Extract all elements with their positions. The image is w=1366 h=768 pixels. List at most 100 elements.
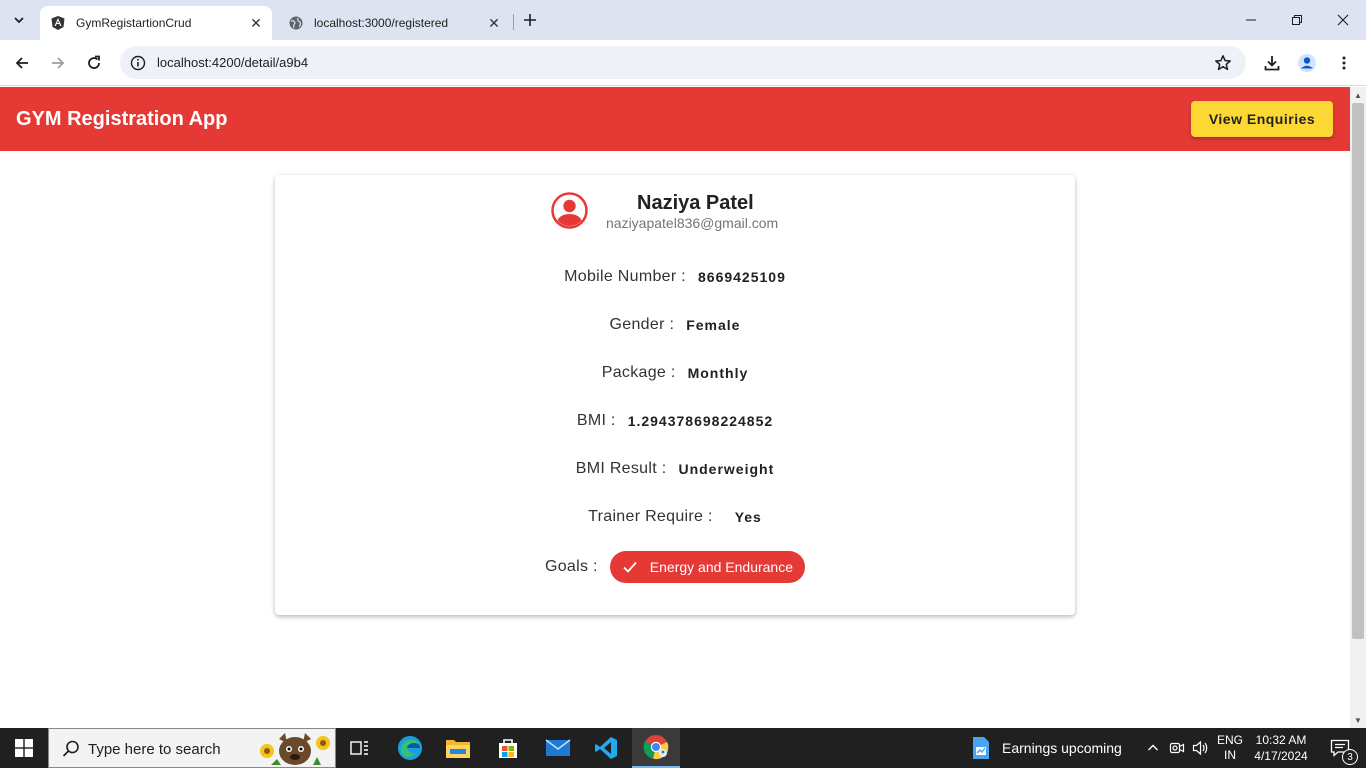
taskbar-search-box[interactable]: Type here to search — [48, 728, 336, 768]
taskbar-chrome[interactable] — [632, 728, 680, 768]
volume-button[interactable] — [1190, 728, 1212, 768]
tab-localhost-registered[interactable]: localhost:3000/registered ✕ — [278, 6, 510, 40]
bookmark-star-icon[interactable] — [1212, 52, 1234, 74]
mobile-number-label: Mobile Number : — [564, 268, 686, 285]
store-icon — [499, 739, 517, 758]
region-code: IN — [1223, 748, 1236, 762]
taskbar-news-widget[interactable]: Earnings upcoming — [970, 728, 1130, 768]
chrome-icon — [643, 735, 669, 760]
goal-chip[interactable]: Energy and Endurance — [609, 551, 805, 583]
package-row: Package : Monthly — [275, 358, 1075, 388]
close-window-button[interactable] — [1320, 0, 1366, 40]
close-tab-icon[interactable]: ✕ — [484, 13, 504, 33]
notification-center-button[interactable]: 3 — [1320, 728, 1360, 768]
user-avatar-icon — [551, 192, 588, 229]
angular-icon — [50, 15, 66, 31]
more-vertical-icon — [1342, 56, 1346, 70]
arrow-right-icon — [52, 57, 65, 69]
camera-icon — [1169, 742, 1185, 754]
tab-gym-registration[interactable]: GymRegistartionCrud ✕ — [40, 6, 272, 40]
start-button[interactable] — [0, 728, 48, 768]
close-tab-icon[interactable]: ✕ — [246, 13, 266, 33]
mobile-number-value: 8669425109 — [698, 269, 786, 285]
address-bar[interactable]: localhost:4200/detail/a9b4 — [120, 46, 1246, 79]
search-highlight-illustration-icon — [260, 733, 330, 765]
show-hidden-icons-button[interactable] — [1142, 728, 1164, 768]
tab-search-dropdown-button[interactable] — [6, 8, 32, 32]
speaker-icon — [1192, 740, 1208, 756]
reload-icon — [88, 55, 100, 69]
globe-icon — [288, 15, 304, 31]
windows-logo-icon — [15, 739, 33, 757]
taskbar-microsoft-store[interactable] — [484, 728, 532, 768]
checkmark-icon — [620, 557, 640, 577]
bmi-result-row: BMI Result : Underweight — [275, 454, 1075, 484]
page-scrollbar[interactable]: ▲ ▼ — [1350, 87, 1366, 728]
page-viewport: GYM Registration App View Enquiries Nazi… — [0, 87, 1350, 728]
member-email: naziyapatel836@gmail.com — [606, 215, 779, 231]
task-view-button[interactable] — [336, 728, 384, 768]
back-button[interactable] — [8, 49, 36, 77]
url-text: localhost:4200/detail/a9b4 — [157, 55, 309, 70]
gender-label: Gender : — [609, 316, 675, 333]
taskbar-edge[interactable] — [386, 728, 434, 768]
gender-value: Female — [686, 317, 741, 333]
goal-chip-label: Energy and Endurance — [649, 559, 793, 575]
chevron-down-icon — [14, 17, 24, 24]
profile-button[interactable] — [1293, 49, 1321, 77]
taskbar-clock[interactable]: 10:32 AM 4/17/2024 — [1248, 732, 1314, 764]
goals-label: Goals : — [544, 558, 598, 575]
tab-divider — [513, 14, 514, 30]
bmi-row: BMI : 1.294378698224852 — [275, 406, 1075, 436]
restore-window-button[interactable] — [1274, 0, 1320, 40]
bmi-result-value: Underweight — [678, 461, 775, 477]
view-enquiries-button[interactable]: View Enquiries — [1191, 101, 1333, 137]
taskbar-file-explorer[interactable] — [434, 728, 482, 768]
profile-avatar-icon — [1298, 54, 1316, 72]
downloads-button[interactable] — [1258, 49, 1286, 77]
site-info-icon[interactable] — [128, 53, 148, 73]
browser-menu-button[interactable] — [1330, 49, 1358, 77]
minimize-icon — [1246, 19, 1256, 21]
windows-taskbar: Type here to search Earnings upcoming EN… — [0, 728, 1366, 768]
scroll-down-arrow-icon[interactable]: ▼ — [1350, 712, 1366, 728]
goals-row: Goals : Energy and Endurance — [275, 550, 1075, 584]
app-title: GYM Registration App — [16, 108, 228, 130]
forward-button[interactable] — [44, 49, 72, 77]
minimize-window-button[interactable] — [1228, 0, 1274, 40]
member-name: Naziya Patel — [637, 192, 754, 214]
taskbar-mail[interactable] — [534, 728, 582, 768]
meet-now-button[interactable] — [1166, 728, 1188, 768]
search-icon — [62, 740, 79, 757]
stock-news-icon — [973, 737, 989, 759]
clock-date: 4/17/2024 — [1254, 749, 1308, 763]
taskbar-vscode[interactable] — [582, 728, 630, 768]
browser-tab-strip: GymRegistartionCrud ✕ localhost:3000/reg… — [0, 0, 1366, 40]
new-tab-button[interactable] — [519, 9, 541, 31]
notification-count-badge: 3 — [1342, 749, 1358, 765]
vscode-icon — [595, 737, 617, 759]
scroll-up-arrow-icon[interactable]: ▲ — [1350, 87, 1366, 103]
language-code: ENG — [1216, 733, 1243, 747]
tab-title: localhost:3000/registered — [314, 16, 449, 30]
browser-toolbar: localhost:4200/detail/a9b4 — [0, 40, 1366, 86]
clock-time: 10:32 AM — [1255, 733, 1307, 747]
app-header: GYM Registration App View Enquiries — [0, 87, 1350, 151]
input-language-button[interactable]: ENG IN — [1214, 728, 1246, 768]
bmi-label: BMI : — [576, 412, 616, 429]
mobile-number-row: Mobile Number : 8669425109 — [275, 262, 1075, 292]
restore-icon — [1292, 15, 1302, 25]
task-view-icon — [350, 741, 368, 755]
registration-detail-card: Naziya Patel naziyapatel836@gmail.com Mo… — [275, 175, 1075, 615]
trainer-require-row: Trainer Require : Yes — [275, 502, 1075, 532]
gender-row: Gender : Female — [275, 310, 1075, 340]
package-label: Package : — [601, 364, 676, 381]
download-icon — [1264, 56, 1280, 71]
plus-icon — [524, 14, 536, 26]
scrollbar-thumb[interactable] — [1352, 103, 1364, 639]
news-widget-text: Earnings upcoming — [1002, 740, 1122, 756]
reload-button[interactable] — [80, 49, 108, 77]
bmi-result-label: BMI Result : — [575, 460, 667, 477]
folder-icon — [446, 740, 470, 758]
package-value: Monthly — [687, 365, 749, 381]
